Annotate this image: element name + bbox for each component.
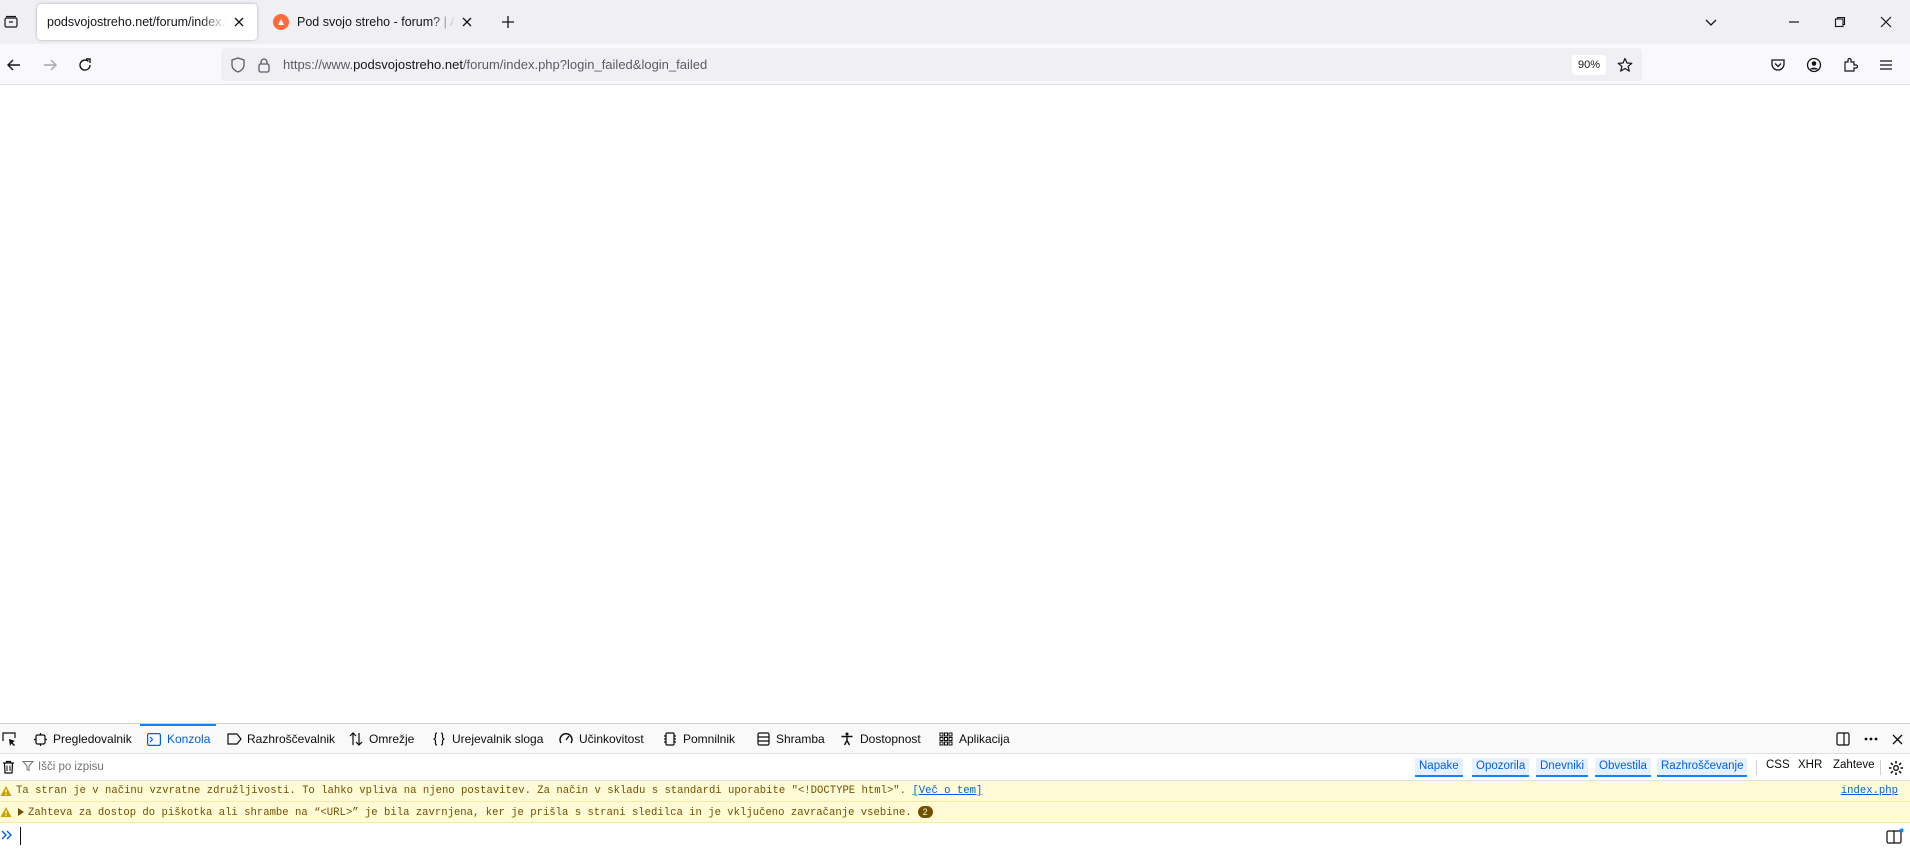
- tab-list-icon[interactable]: [0, 10, 22, 34]
- debugger-icon: [226, 731, 242, 747]
- level-filter-errors[interactable]: Napake: [1415, 758, 1463, 777]
- site-favicon-icon: [273, 14, 289, 30]
- filter-box: [21, 757, 382, 777]
- restore-icon[interactable]: [1826, 8, 1854, 36]
- level-filter-warnings[interactable]: Opozorila: [1472, 758, 1530, 777]
- editor-mode-toggle-icon[interactable]: [1886, 828, 1904, 844]
- prompt-chevron-icon: [1, 830, 12, 840]
- message-source-link[interactable]: index.php: [1841, 785, 1898, 797]
- devtools-tab-memory[interactable]: Pomnilnik: [662, 724, 735, 754]
- accessibility-icon: [839, 731, 855, 747]
- tab-title: podsvojostreho.net/forum/index.php?login…: [47, 15, 227, 29]
- devtools-tab-label: Pomnilnik: [683, 732, 736, 746]
- more-options-icon[interactable]: [1862, 730, 1880, 748]
- expand-arrow-icon[interactable]: [17, 807, 25, 817]
- new-tab-button[interactable]: [496, 10, 520, 34]
- filter-icon: [21, 760, 35, 775]
- devtools-tab-performance[interactable]: Učinkovitost: [558, 724, 644, 754]
- warning-icon: [0, 807, 12, 817]
- element-picker-icon[interactable]: [0, 730, 18, 748]
- account-icon[interactable]: [1800, 51, 1828, 79]
- learn-more-link[interactable]: [Več o tem]: [912, 785, 982, 797]
- close-devtools-icon[interactable]: [1888, 730, 1906, 748]
- level-filter-info[interactable]: Obvestila: [1595, 758, 1651, 777]
- tab-inactive[interactable]: Pod svojo streho - forum? | Alternativa …: [263, 4, 485, 40]
- devtools-panel: Pregledovalnik Konzola Razhroščevalnik O…: [0, 723, 1910, 863]
- extensions-icon[interactable]: [1836, 51, 1864, 79]
- url-path: /forum/index.php?login_failed&login_fail…: [462, 57, 708, 72]
- chevron-down-icon[interactable]: [1697, 8, 1725, 36]
- url-domain: podsvojostreho.net: [353, 57, 463, 72]
- tab-bar: podsvojostreho.net/forum/index.php?login…: [0, 0, 1910, 44]
- page-content: [0, 85, 1910, 723]
- devtools-tab-network[interactable]: Omrežje: [348, 724, 414, 754]
- devtools-tab-label: Razhroščevalnik: [247, 732, 336, 746]
- console-input-row: [0, 823, 1910, 849]
- bookmark-star-icon[interactable]: [1614, 54, 1636, 76]
- style-editor-icon: [431, 731, 447, 747]
- devtools-tab-accessibility[interactable]: Dostopnost: [839, 724, 921, 754]
- devtools-tab-label: Učinkovitost: [579, 732, 644, 746]
- filter-separator: [1880, 760, 1881, 775]
- zoom-level-badge[interactable]: 90%: [1572, 55, 1607, 75]
- devtools-toolbar: Pregledovalnik Konzola Razhroščevalnik O…: [0, 724, 1910, 754]
- level-filter-debug[interactable]: Razhroščevanje: [1657, 758, 1748, 777]
- dock-side-icon[interactable]: [1834, 730, 1852, 748]
- close-icon[interactable]: [459, 14, 475, 30]
- message-text: Zahteva za dostop do piškotka ali shramb…: [28, 807, 912, 819]
- tab-title: Pod svojo streho - forum? | Alternativa …: [297, 15, 455, 29]
- console-message-warning[interactable]: Zahteva za dostop do piškotka ali shramb…: [0, 802, 1910, 823]
- tracking-shield-icon[interactable]: [229, 56, 247, 74]
- console-filter-bar: Napake Opozorila Dnevniki Obvestila Razh…: [0, 754, 1910, 781]
- network-icon: [348, 731, 364, 747]
- devtools-tab-storage[interactable]: Shramba: [755, 724, 825, 754]
- minimize-icon[interactable]: [1780, 8, 1808, 36]
- devtools-tab-label: Konzola: [167, 732, 211, 746]
- requests-filter-button[interactable]: Zahteve: [1833, 759, 1875, 771]
- window-close-icon[interactable]: [1872, 8, 1900, 36]
- url-prefix: https://www.: [283, 57, 354, 72]
- console-filter-input[interactable]: [38, 761, 358, 773]
- reload-icon[interactable]: [71, 51, 99, 79]
- menu-hamburger-icon[interactable]: [1872, 51, 1900, 79]
- navigation-toolbar: https://www.podsvojostreho.net/forum/ind…: [0, 44, 1910, 85]
- storage-icon: [755, 731, 771, 747]
- xhr-filter-button[interactable]: XHR: [1798, 759, 1822, 771]
- devtools-tab-inspector[interactable]: Pregledovalnik: [32, 724, 132, 754]
- devtools-tab-style-editor[interactable]: Urejevalnik sloga: [431, 724, 543, 754]
- memory-icon: [662, 731, 678, 747]
- message-text: Ta stran je v načinu vzvratne združljivo…: [16, 785, 907, 797]
- devtools-tab-label: Dostopnost: [860, 732, 921, 746]
- back-arrow-icon[interactable]: [0, 51, 28, 79]
- filter-separator: [1756, 760, 1757, 775]
- devtools-tab-console[interactable]: Konzola: [139, 724, 217, 754]
- gear-icon[interactable]: [1887, 759, 1905, 777]
- inspector-icon: [32, 731, 48, 747]
- console-icon: [146, 731, 162, 747]
- devtools-tab-application[interactable]: Aplikacija: [938, 724, 1010, 754]
- url-bar[interactable]: https://www.podsvojostreho.net/forum/ind…: [221, 48, 1642, 81]
- forward-arrow-icon[interactable]: [36, 51, 64, 79]
- close-icon[interactable]: [231, 14, 247, 30]
- devtools-tab-label: Omrežje: [369, 732, 415, 746]
- url-text[interactable]: https://www.podsvojostreho.net/forum/ind…: [283, 57, 707, 72]
- devtools-tab-label: Aplikacija: [959, 732, 1010, 746]
- css-filter-button[interactable]: CSS: [1766, 759, 1790, 771]
- performance-icon: [558, 731, 574, 747]
- console-message-warning[interactable]: Ta stran je v načinu vzvratne združljivo…: [0, 781, 1910, 802]
- repeat-count-badge: 2: [917, 806, 933, 818]
- devtools-tab-debugger[interactable]: Razhroščevalnik: [226, 724, 335, 754]
- devtools-tab-label: Urejevalnik sloga: [452, 732, 544, 746]
- warning-icon: [0, 786, 12, 796]
- devtools-tab-label: Shramba: [776, 732, 825, 746]
- application-icon: [938, 731, 954, 747]
- trash-icon[interactable]: [0, 759, 16, 775]
- level-filter-logs[interactable]: Dnevniki: [1536, 758, 1589, 777]
- pocket-icon[interactable]: [1764, 51, 1792, 79]
- devtools-tab-label: Pregledovalnik: [53, 732, 132, 746]
- lock-icon[interactable]: [255, 56, 273, 74]
- console-input[interactable]: [20, 827, 1420, 845]
- tab-active[interactable]: podsvojostreho.net/forum/index.php?login…: [37, 4, 257, 40]
